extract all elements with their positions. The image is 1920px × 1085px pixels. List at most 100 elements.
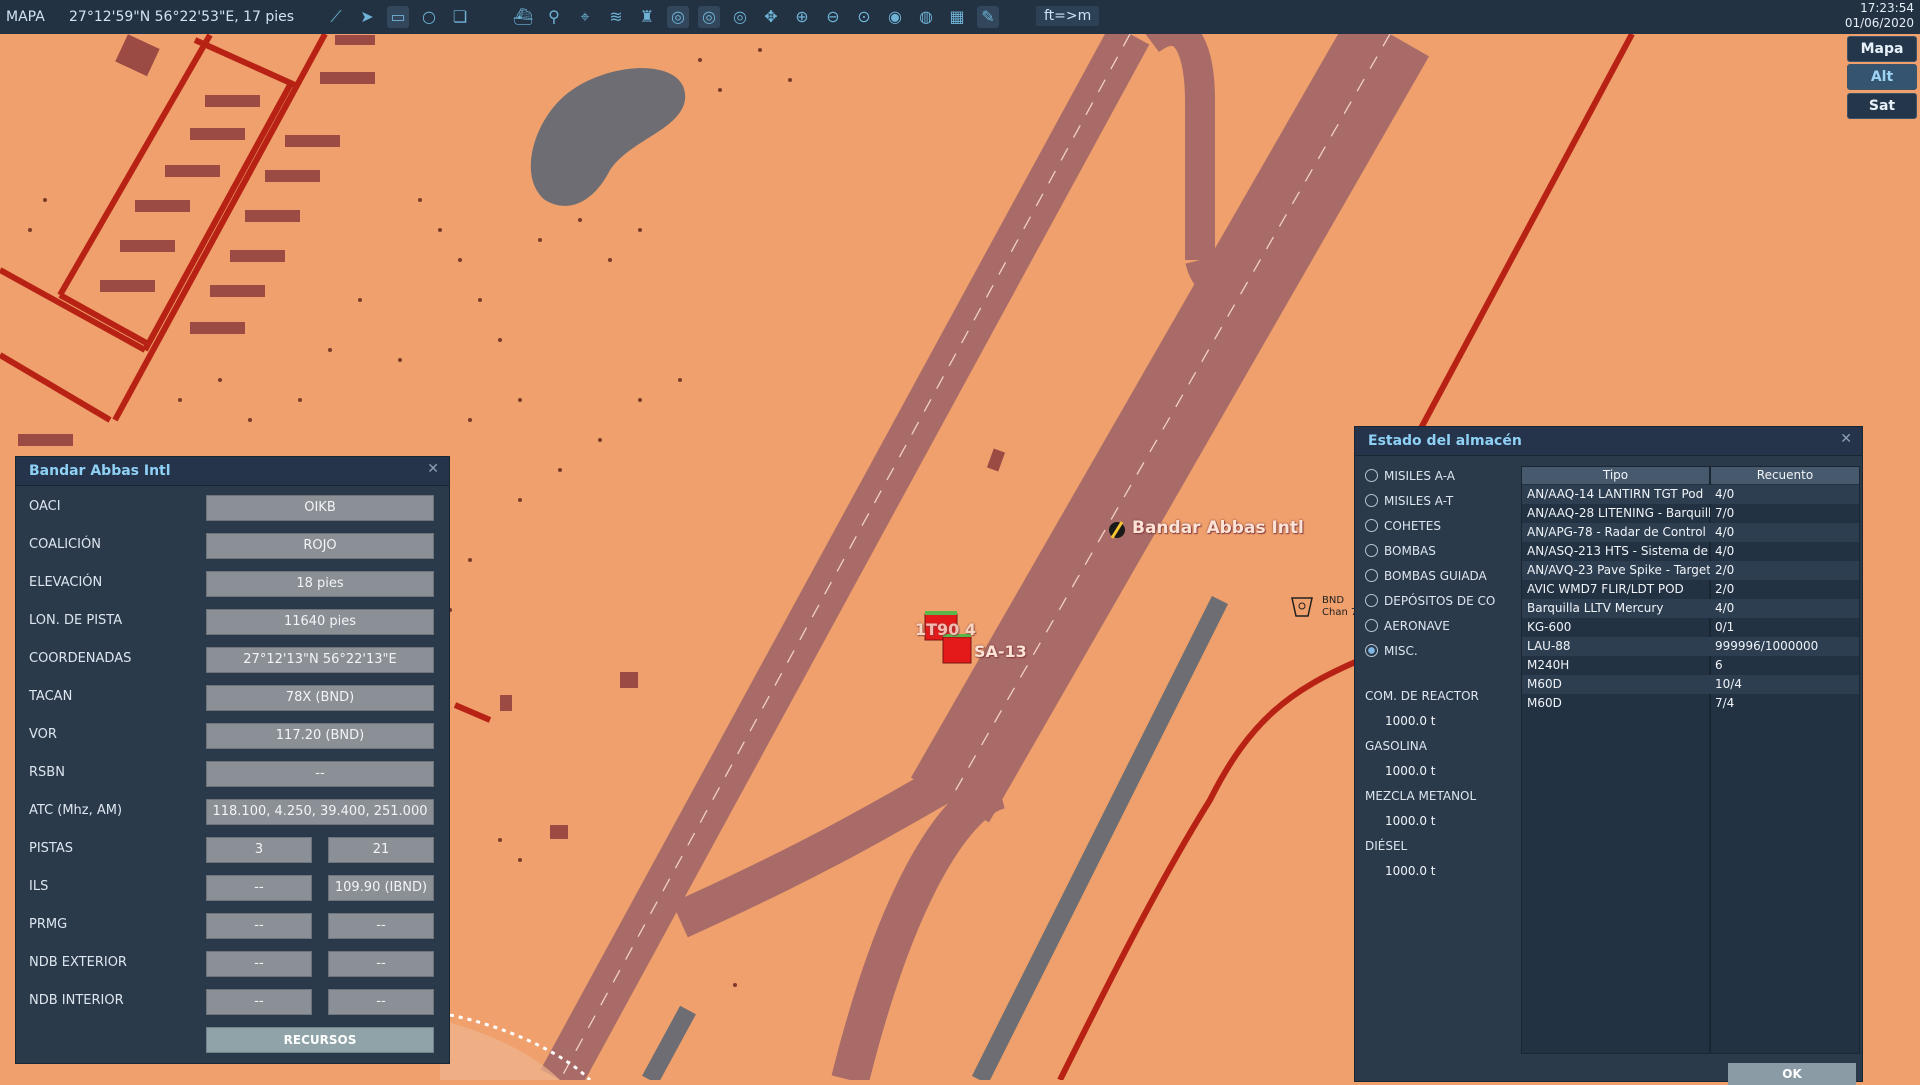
fuel-label-reactor: COM. DE REACTOR <box>1365 689 1479 703</box>
pencil-icon[interactable]: ✎ <box>977 6 999 28</box>
ndb-interior-field-b: -- <box>328 989 434 1015</box>
units-toggle-button[interactable]: ft=>m <box>1036 6 1100 26</box>
cell-recuento: 2/0 <box>1715 563 1735 577</box>
atc-field: 118.100, 4.250, 39.400, 251.000 <box>206 799 434 825</box>
table-row[interactable]: AN/AAQ-28 LITENING - Barquilla 7/0 <box>1522 504 1859 523</box>
airport-panel-title: Bandar Abbas Intl <box>16 457 449 486</box>
table-row[interactable]: AN/APG-78 - Radar de Control 4/0 <box>1522 523 1859 542</box>
pistas-field-a: 3 <box>206 837 312 863</box>
oaci-label: OACI <box>29 499 61 514</box>
clock-time: 17:23:54 <box>1860 1 1914 15</box>
globe-icon[interactable]: ◍ <box>915 6 937 28</box>
category-label: BOMBAS GUIADA <box>1384 569 1487 583</box>
tacan-label: TACAN <box>29 689 73 704</box>
circle-tool-icon[interactable]: ○ <box>418 6 440 28</box>
category-radio-misc[interactable]: MISC. <box>1365 644 1418 658</box>
cell-tipo: KG-600 <box>1527 620 1572 634</box>
table-row[interactable]: LAU-88 999996/1000000 <box>1522 637 1859 656</box>
cell-recuento: 2/0 <box>1715 582 1735 596</box>
view-mode-1-icon[interactable]: ◎ <box>667 6 689 28</box>
category-radio-bombas-guiadas[interactable]: BOMBAS GUIADA <box>1365 569 1487 583</box>
target-icon[interactable]: ⌖ <box>574 6 596 28</box>
coordenadas-label: COORDENADAS <box>29 651 132 666</box>
ok-button[interactable]: OK <box>1728 1063 1856 1085</box>
radio-icon[interactable] <box>1365 619 1378 632</box>
table-row[interactable]: AN/ASQ-213 HTS - Sistema de a 4/0 <box>1522 542 1859 561</box>
vor-field: 117.20 (BND) <box>206 723 434 749</box>
layers-icon[interactable]: ❏ <box>449 6 471 28</box>
table-row[interactable]: AVIC WMD7 FLIR/LDT POD 2/0 <box>1522 580 1859 599</box>
category-radio-misiles-aa[interactable]: MISILES A-A <box>1365 469 1455 483</box>
radio-icon[interactable] <box>1365 569 1378 582</box>
airport-marker[interactable] <box>1109 521 1125 539</box>
cell-tipo: M60D <box>1527 696 1562 710</box>
table-row[interactable]: AN/AVQ-23 Pave Spike - Target 2/0 <box>1522 561 1859 580</box>
view-mode-2-icon[interactable]: ◎ <box>698 6 720 28</box>
vor-label: VOR <box>29 727 57 742</box>
cell-tipo: AVIC WMD7 FLIR/LDT POD <box>1527 582 1684 596</box>
category-label: BOMBAS <box>1384 544 1436 558</box>
ils-field-b: 109.90 (IBND) <box>328 875 434 901</box>
column-header-recuento[interactable]: Recuento <box>1711 467 1859 484</box>
table-row[interactable]: Barquilla LLTV Mercury 4/0 <box>1522 599 1859 618</box>
table-row[interactable]: M60D 7/4 <box>1522 694 1859 713</box>
category-radio-cohetes[interactable]: COHETES <box>1365 519 1441 533</box>
clock-date: 01/06/2020 <box>1844 16 1914 30</box>
coordenadas-field: 27°12'13"N 56°22'13"E <box>206 647 434 673</box>
cell-recuento: 0/1 <box>1715 620 1735 634</box>
zoom-in-icon[interactable]: ⊕ <box>791 6 813 28</box>
close-icon[interactable]: ✕ <box>427 461 439 477</box>
ndb-interior-label: NDB INTERIOR <box>29 993 124 1008</box>
fuel-label-gasolina: GASOLINA <box>1365 739 1427 753</box>
elevacion-field: 18 pies <box>206 571 434 597</box>
network-icon[interactable]: ⚲ <box>543 6 565 28</box>
radio-icon[interactable] <box>1365 469 1378 482</box>
map-type-mapa-button[interactable]: Mapa <box>1847 36 1917 62</box>
radio-icon[interactable] <box>1365 519 1378 532</box>
table-row[interactable]: AN/AAQ-14 LANTIRN TGT Pod 4/0 <box>1522 485 1859 504</box>
warehouse-panel: Estado del almacén ✕ MISILES A-A MISILES… <box>1354 426 1863 1085</box>
ship-icon[interactable]: ⛴ <box>512 6 534 28</box>
cell-recuento: 4/0 <box>1715 525 1735 539</box>
radio-selected-icon[interactable] <box>1365 644 1378 657</box>
crosshair-icon[interactable]: ◉ <box>884 6 906 28</box>
table-row[interactable]: M240H 6 <box>1522 656 1859 675</box>
cell-recuento: 6 <box>1715 658 1723 672</box>
grid-icon[interactable]: ▦ <box>946 6 968 28</box>
category-label: AERONAVE <box>1384 619 1450 633</box>
ils-field-a: -- <box>206 875 312 901</box>
category-radio-aeronave[interactable]: AERONAVE <box>1365 619 1450 633</box>
unit-overlap-label: 1T90 4 <box>915 620 977 639</box>
radio-icon[interactable] <box>1365 594 1378 607</box>
ndb-interior-field-a: -- <box>206 989 312 1015</box>
tower-icon[interactable]: ♜ <box>636 6 658 28</box>
wifi-icon[interactable]: ≋ <box>605 6 627 28</box>
category-label: MISILES A-A <box>1384 469 1455 483</box>
navigate-icon[interactable]: ➤ <box>356 6 378 28</box>
category-radio-bombas[interactable]: BOMBAS <box>1365 544 1436 558</box>
map-type-sat-button[interactable]: Sat <box>1847 93 1917 119</box>
view-mode-3-icon[interactable]: ◎ <box>729 6 751 28</box>
ndb-exterior-field-b: -- <box>328 951 434 977</box>
ruler-icon[interactable]: ▭ <box>387 6 409 28</box>
airport-map-label[interactable]: Bandar Abbas Intl <box>1132 518 1304 538</box>
zoom-fit-icon[interactable]: ⊙ <box>853 6 875 28</box>
column-header-tipo[interactable]: Tipo <box>1522 467 1709 484</box>
zoom-out-icon[interactable]: ⊖ <box>822 6 844 28</box>
category-radio-misiles-at[interactable]: MISILES A-T <box>1365 494 1453 508</box>
fuel-value-gasolina: 1000.0 t <box>1385 764 1436 778</box>
map-type-alt-button[interactable]: Alt <box>1847 64 1917 90</box>
recursos-button[interactable]: RECURSOS <box>206 1027 434 1053</box>
radio-icon[interactable] <box>1365 494 1378 507</box>
elevacion-label: ELEVACIÓN <box>29 575 103 590</box>
airport-info-panel: Bandar Abbas Intl ✕ OACI OIKB COALICIÓN … <box>15 456 450 1064</box>
ils-label: ILS <box>29 879 49 894</box>
category-radio-depositos[interactable]: DEPÓSITOS DE CO <box>1365 594 1495 608</box>
fuel-label-metanol: MEZCLA METANOL <box>1365 789 1477 803</box>
close-icon[interactable]: ✕ <box>1840 431 1852 447</box>
route-tool-icon[interactable]: ⟋ <box>325 6 347 28</box>
pan-icon[interactable]: ✥ <box>760 6 782 28</box>
table-row[interactable]: KG-600 0/1 <box>1522 618 1859 637</box>
radio-icon[interactable] <box>1365 544 1378 557</box>
table-row[interactable]: M60D 10/4 <box>1522 675 1859 694</box>
